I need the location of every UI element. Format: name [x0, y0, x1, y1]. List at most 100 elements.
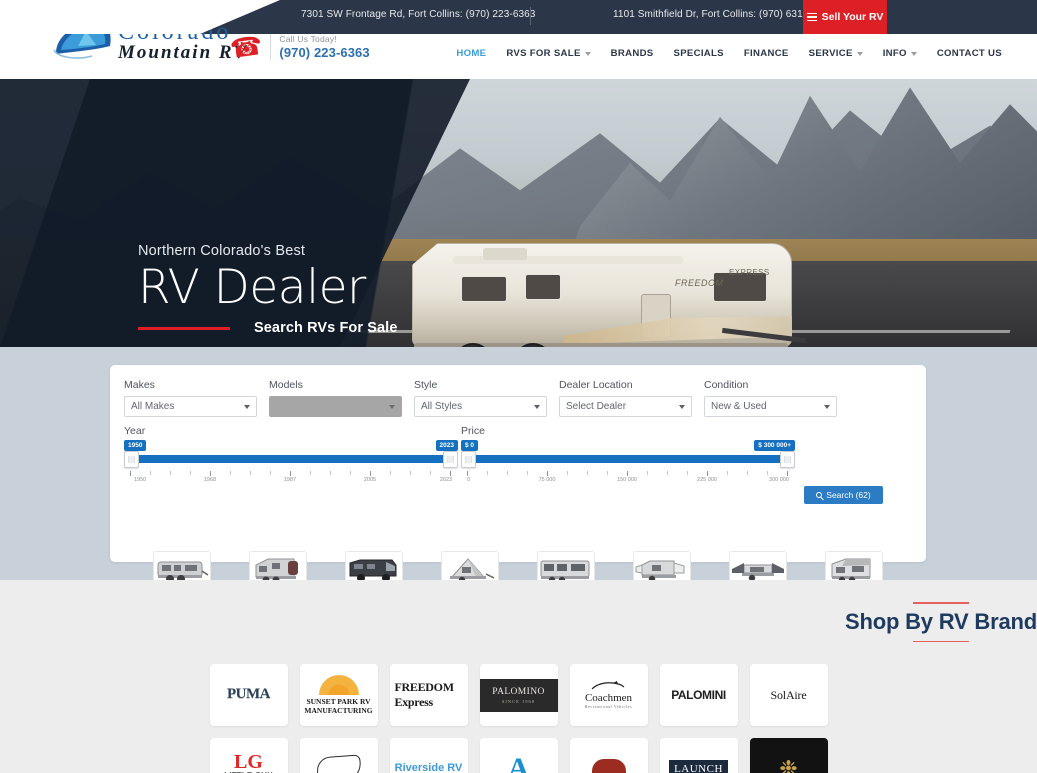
nav-item-specials[interactable]: SPECIALS	[664, 48, 734, 59]
topbar-address-1[interactable]: 7301 SW Frontage Rd, Fort Collins: (970)…	[301, 9, 535, 20]
brand-card-gold-emblem[interactable]: ❉	[749, 738, 828, 773]
price-max-handle[interactable]	[780, 451, 795, 468]
year-tick-label: 1968	[203, 477, 217, 483]
brand-logo-palomino-sub: SINCE 1968	[501, 698, 536, 704]
horse-icon	[592, 681, 625, 690]
magnifier-icon	[816, 492, 823, 498]
price-slider-track[interactable]	[467, 455, 789, 463]
chevron-down-icon	[244, 404, 250, 409]
filter-label: Dealer Location	[559, 379, 633, 391]
site-header: Colorado Mountain RV ☎ Call Us Today! (9…	[0, 20, 1037, 79]
brand-grid: PUMA SUNSET PARK RV MANUFACTURING FREEDO…	[0, 664, 1037, 773]
year-tick-label: 1950	[134, 477, 147, 483]
makes-select[interactable]: All Makes	[124, 396, 257, 417]
sunburst-icon	[318, 674, 359, 695]
nav-label: CONTACT US	[936, 48, 1002, 59]
brand-card-puma[interactable]: PUMA	[209, 664, 288, 726]
header-phone-block[interactable]: ☎ Call Us Today! (970) 223-6363	[228, 29, 370, 65]
price-max-bubble: $ 300 000+	[754, 440, 795, 451]
brand-logo-palomino: PALOMINO	[492, 686, 545, 697]
brand-logo-puma: PUMA	[227, 686, 271, 703]
brand-logo-palomini: PALOMINI	[671, 688, 726, 702]
price-slider: Price $ 0 $ 300 000+ 0 75 000 150 000 22…	[461, 425, 795, 483]
year-tick-label: 1987	[283, 477, 297, 483]
year-tick-label: 2023	[439, 477, 453, 483]
condition-value: New & Used	[711, 401, 767, 412]
sell-your-rv-button[interactable]: Sell Your RV	[803, 0, 887, 34]
chevron-down-icon	[534, 404, 540, 409]
year-slider-track[interactable]	[130, 455, 452, 463]
filter-label: Style	[414, 379, 438, 391]
topbar-address-2[interactable]: 1101 Smithfield Dr, Fort Collins: (970) …	[613, 9, 829, 20]
year-max-handle[interactable]	[443, 451, 458, 468]
price-tick-label: 0	[467, 477, 471, 483]
nav-label: HOME	[456, 48, 487, 59]
year-ticks: 1950 1968 1987 2005 2023	[124, 471, 458, 485]
chevron-down-icon	[584, 51, 591, 56]
brand-logo-launch: LAUNCH	[669, 760, 728, 773]
makes-value: All Makes	[131, 401, 175, 412]
brand-card-rockwood[interactable]	[299, 738, 378, 773]
nav-item-home[interactable]: HOME	[446, 48, 496, 59]
price-tick-label: 75 000	[538, 477, 556, 483]
condition-select[interactable]: New & Used	[704, 396, 837, 417]
topbar-divider	[530, 7, 531, 25]
filters-row: Makes All Makes Models Style All Styles	[110, 365, 926, 417]
brand-card-palomini[interactable]: PALOMINI	[659, 664, 738, 726]
brand-card-palomino[interactable]: PALOMINO SINCE 1968	[479, 664, 558, 726]
brand-logo-gold-emblem-icon: ❉	[749, 738, 828, 773]
little-guy-mark-icon: LG	[234, 750, 263, 773]
hero-kicker: Northern Colorado's Best	[138, 243, 306, 259]
hero-subtitle[interactable]: Search RVs For Sale	[254, 320, 397, 336]
filter-condition: Condition New & Used	[704, 379, 837, 417]
price-min-handle[interactable]	[461, 451, 476, 468]
brand-card-solaire[interactable]: SolAire	[749, 664, 828, 726]
price-slider-label: Price	[461, 425, 485, 437]
logo-text-mountain-rv: Mountain RV	[118, 42, 248, 63]
models-select[interactable]	[269, 396, 402, 417]
brand-card-freedom-express[interactable]: FREEDOM Express	[389, 664, 468, 726]
brand-logo-solaire: SolAire	[770, 687, 807, 702]
search-button-label: Search (62)	[826, 490, 871, 500]
style-select[interactable]: All Styles	[414, 396, 547, 417]
brand-card-coachmen[interactable]: Coachmen Recreational Vehicles	[569, 664, 648, 726]
nav-label: BRANDS	[610, 48, 654, 59]
nav-item-service[interactable]: SERVICE	[799, 48, 873, 59]
phone-icon: ☎	[228, 29, 265, 65]
filter-label: Makes	[124, 379, 155, 391]
price-tick-label: 225 000	[697, 477, 717, 483]
nav-item-finance[interactable]: FINANCE	[734, 48, 799, 59]
nav-item-rvs-for-sale[interactable]: RVS FOR SALE	[496, 48, 600, 59]
search-button[interactable]: Search (62)	[804, 486, 883, 504]
brand-logo-redwood-icon	[591, 759, 626, 773]
brand-card-launch[interactable]: LAUNCH	[659, 738, 738, 773]
hero-rule	[138, 326, 230, 330]
filter-dealer-location: Dealer Location Select Dealer	[559, 379, 692, 417]
nav-label: INFO	[882, 48, 907, 59]
nav-label: SERVICE	[808, 48, 853, 59]
nav-item-contact-us[interactable]: CONTACT US	[927, 48, 1012, 59]
brand-logo-coachmen-sub: Recreational Vehicles	[584, 704, 633, 709]
brand-card-redwood[interactable]	[569, 738, 648, 773]
brand-card-sunset-park-rv[interactable]: SUNSET PARK RV MANUFACTURING	[299, 664, 378, 726]
header-phone-number[interactable]: (970) 223-6363	[279, 45, 369, 60]
brand-logo-freedom-express: FREEDOM Express	[394, 680, 455, 709]
chevron-down-icon	[856, 51, 863, 56]
shop-by-brand-section: Shop By RV Brand PUMA SUNSET PARK RV MAN…	[0, 580, 1037, 773]
brand-logo-sunset-park-rv: SUNSET PARK RV MANUFACTURING	[304, 696, 373, 715]
filter-models: Models	[269, 379, 402, 417]
nav-label: RVS FOR SALE	[506, 48, 581, 59]
nav-item-info[interactable]: INFO	[873, 48, 927, 59]
nav-item-brands[interactable]: BRANDS	[601, 48, 664, 59]
rv-brand-text: FREEDOM	[675, 278, 724, 288]
dealer-location-select[interactable]: Select Dealer	[559, 396, 692, 417]
year-slider: Year 1950 2023 1950 1968 1987 2005 2023	[124, 425, 458, 483]
brand-card-a[interactable]: A	[479, 738, 558, 773]
brand-card-little-guy-trailers[interactable]: LG LITTLE GUY TRAILERS	[209, 738, 288, 773]
year-min-handle[interactable]	[124, 451, 139, 468]
chevron-down-icon	[824, 404, 830, 409]
style-value: All Styles	[421, 401, 463, 412]
filter-style: Style All Styles	[414, 379, 547, 417]
brand-card-riverside-rv[interactable]: Riverside RV	[389, 738, 468, 773]
list-icon	[806, 12, 817, 22]
